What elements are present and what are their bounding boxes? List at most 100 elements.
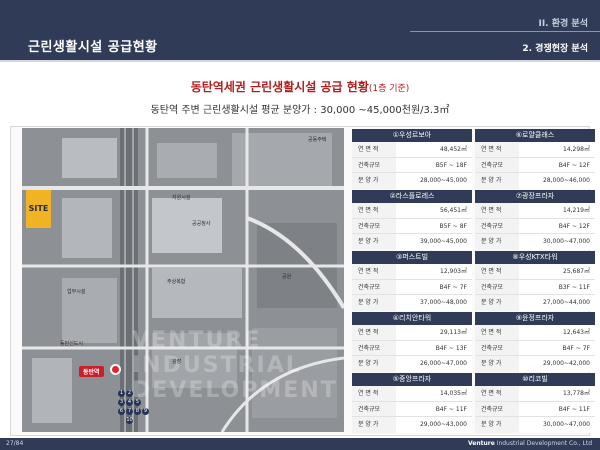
- competitor-card: ⑥로얄클래스 연 면 적 14,298㎡ 건축규모 B4F ~ 12F 분 양 가 28,0…: [475, 129, 595, 189]
- row-value: B5F ~ 18F: [435, 161, 467, 169]
- card-row-area: 연 면 적 12,643㎡: [475, 325, 595, 341]
- card-row-scale: 건축규모 B4F ~ 12F: [475, 218, 595, 235]
- competitor-card: ⑧우성KTX타워 연 면 적 25,687㎡ 건축규모 B3F ~ 11F 분 양 가 27…: [475, 251, 595, 311]
- map-pin[interactable]: 4: [126, 399, 133, 406]
- card-row-area: 연 면 적 14,219㎡: [475, 203, 595, 219]
- main-title: 동탄역세권 근린생활시설 공급 현황(1층 기준): [0, 78, 600, 95]
- row-value: B3F ~ 11F: [558, 283, 590, 291]
- row-value: 30,000~47,000: [542, 421, 590, 429]
- card-title: ①우성르보아: [352, 129, 472, 142]
- card-row-price: 분 양 가 26,000~47,000: [352, 356, 472, 372]
- row-label: 건축규모: [352, 279, 396, 295]
- row-value: 37,000~48,000: [419, 299, 467, 307]
- card-row-scale: 건축규모 B4F ~ 12F: [475, 157, 595, 174]
- map-pin[interactable]: 2: [126, 390, 133, 397]
- header-bar: 근린생활시설 공급현황 II. 환경 분석 2. 경쟁현장 분석: [0, 0, 600, 60]
- card-row-area: 연 면 적 29,113㎡: [352, 325, 472, 341]
- card-row-scale: 건축규모 B3F ~ 11F: [475, 279, 595, 296]
- header-divider: [410, 31, 600, 32]
- row-label: 건축규모: [352, 401, 396, 417]
- card-row-price: 분 양 가 30,000~47,000: [475, 234, 595, 250]
- card-title: ③퍼스트빌: [352, 251, 472, 264]
- card-row-price: 분 양 가 28,000~46,000: [475, 173, 595, 189]
- map-pin[interactable]: 5: [134, 399, 141, 406]
- card-row-area: 연 면 적 13,778㎡: [475, 386, 595, 402]
- map-label: 주상복합: [167, 279, 186, 285]
- map-pin[interactable]: 9: [142, 408, 149, 415]
- card-row-scale: 건축규모 B4F ~ 11F: [352, 401, 472, 418]
- map-pin[interactable]: 1: [118, 390, 125, 397]
- competitor-card: ③퍼스트빌 연 면 적 12,903㎡ 건축규모 B4F ~ 7F 분 양 가 37,000…: [352, 251, 472, 311]
- card-row-scale: 건축규모 B4F ~ 13F: [352, 340, 472, 357]
- card-row-price: 분 양 가 29,000~43,000: [352, 417, 472, 433]
- row-label: 건축규모: [352, 340, 396, 356]
- competitor-card: ⑩리코빌 연 면 적 13,778㎡ 건축규모 B4F ~ 11F 분 양 가 30,000…: [475, 373, 595, 433]
- row-label: 연 면 적: [475, 264, 519, 279]
- map-pin[interactable]: 3: [118, 399, 125, 406]
- competitor-card: ①우성르보아 연 면 적 48,452㎡ 건축규모 B5F ~ 18F 분 양 가 28,0…: [352, 129, 472, 189]
- section-label: II. 환경 분석: [538, 19, 588, 29]
- station-label: 동탄역: [79, 366, 104, 377]
- station-marker[interactable]: [110, 364, 121, 375]
- row-label: 분 양 가: [352, 173, 396, 189]
- competitor-card: ⑤중앙프라자 연 면 적 14,035㎡ 건축규모 B4F ~ 11F 분 양 가 29,0…: [352, 373, 472, 433]
- row-label: 분 양 가: [475, 295, 519, 311]
- card-row-scale: 건축규모 B5F ~ 18F: [352, 157, 472, 174]
- row-label: 건축규모: [475, 279, 519, 295]
- card-row-scale: 건축규모 B4F ~ 11F: [475, 401, 595, 418]
- row-label: 분 양 가: [475, 234, 519, 250]
- competitor-card: ②라스플로레스 연 면 적 56,451㎡ 건축규모 B5F ~ 8F 분 양 가 39,0…: [352, 190, 472, 250]
- row-value: 12,903㎡: [440, 268, 467, 275]
- subsection-label: 2. 경쟁현장 분석: [522, 44, 588, 54]
- row-value: B4F ~ 11F: [435, 405, 467, 413]
- row-value: 25,687㎡: [563, 268, 590, 275]
- row-value: 28,000~46,000: [542, 177, 590, 185]
- row-value: B4F ~ 12F: [558, 222, 590, 230]
- card-title: ⑦광장프라자: [475, 190, 595, 203]
- map-pin[interactable]: 10: [126, 417, 133, 424]
- row-label: 연 면 적: [475, 325, 519, 340]
- row-value: 14,035㎡: [440, 390, 467, 397]
- map-pin[interactable]: 6: [118, 408, 125, 415]
- card-row-price: 분 양 가 30,000~47,000: [475, 417, 595, 433]
- card-row-price: 분 양 가 39,000~45,000: [352, 234, 472, 250]
- map-label: 광장: [172, 359, 182, 365]
- card-row-area: 연 면 적 56,451㎡: [352, 203, 472, 219]
- page-number: 27/84: [6, 440, 24, 447]
- map-label: 공동주택: [308, 137, 327, 143]
- competitor-card: ④리치안타워 연 면 적 29,113㎡ 건축규모 B4F ~ 13F 분 양 가 26,0…: [352, 312, 472, 372]
- row-label: 분 양 가: [352, 356, 396, 372]
- competitor-card: ⑨윤정프라자 연 면 적 12,643㎡ 건축규모 B4F ~ 7F 분 양 가 29,00…: [475, 312, 595, 372]
- row-label: 연 면 적: [352, 203, 396, 218]
- map-pin[interactable]: 7: [126, 408, 133, 415]
- row-value: 48,452㎡: [440, 146, 467, 153]
- site-marker[interactable]: SITE: [26, 190, 51, 228]
- row-value: 39,000~45,000: [419, 238, 467, 246]
- row-label: 분 양 가: [475, 356, 519, 372]
- map-pin[interactable]: 8: [134, 408, 141, 415]
- row-value: 26,000~47,000: [419, 360, 467, 368]
- map-label: 업무시설: [67, 289, 86, 295]
- row-value: B4F ~ 7F: [439, 283, 468, 291]
- card-row-price: 분 양 가 29,000~42,000: [475, 356, 595, 372]
- row-value: 12,643㎡: [563, 329, 590, 336]
- row-value: B4F ~ 12F: [558, 161, 590, 169]
- row-label: 연 면 적: [352, 142, 396, 157]
- card-row-area: 연 면 적 12,903㎡: [352, 264, 472, 280]
- row-value: 56,451㎡: [440, 207, 467, 214]
- row-value: 29,000~43,000: [419, 421, 467, 429]
- card-row-scale: 건축규모 B4F ~ 7F: [352, 279, 472, 296]
- card-title: ②라스플로레스: [352, 190, 472, 203]
- row-value: B5F ~ 8F: [439, 222, 468, 230]
- row-value: 13,778㎡: [563, 390, 590, 397]
- footer-bar: 27/84 Venture Industrial Development Co.…: [0, 438, 600, 450]
- card-row-price: 분 양 가 28,000~45,000: [352, 173, 472, 189]
- row-label: 연 면 적: [475, 142, 519, 157]
- company-name: Venture Industrial Development Co., Ltd: [468, 440, 592, 447]
- row-value: B4F ~ 7F: [562, 344, 591, 352]
- row-label: 건축규모: [352, 157, 396, 173]
- page-title: 근린생활시설 공급현황: [28, 40, 158, 55]
- card-title: ④리치안타워: [352, 312, 472, 325]
- card-title: ⑨윤정프라자: [475, 312, 595, 325]
- row-label: 분 양 가: [352, 417, 396, 433]
